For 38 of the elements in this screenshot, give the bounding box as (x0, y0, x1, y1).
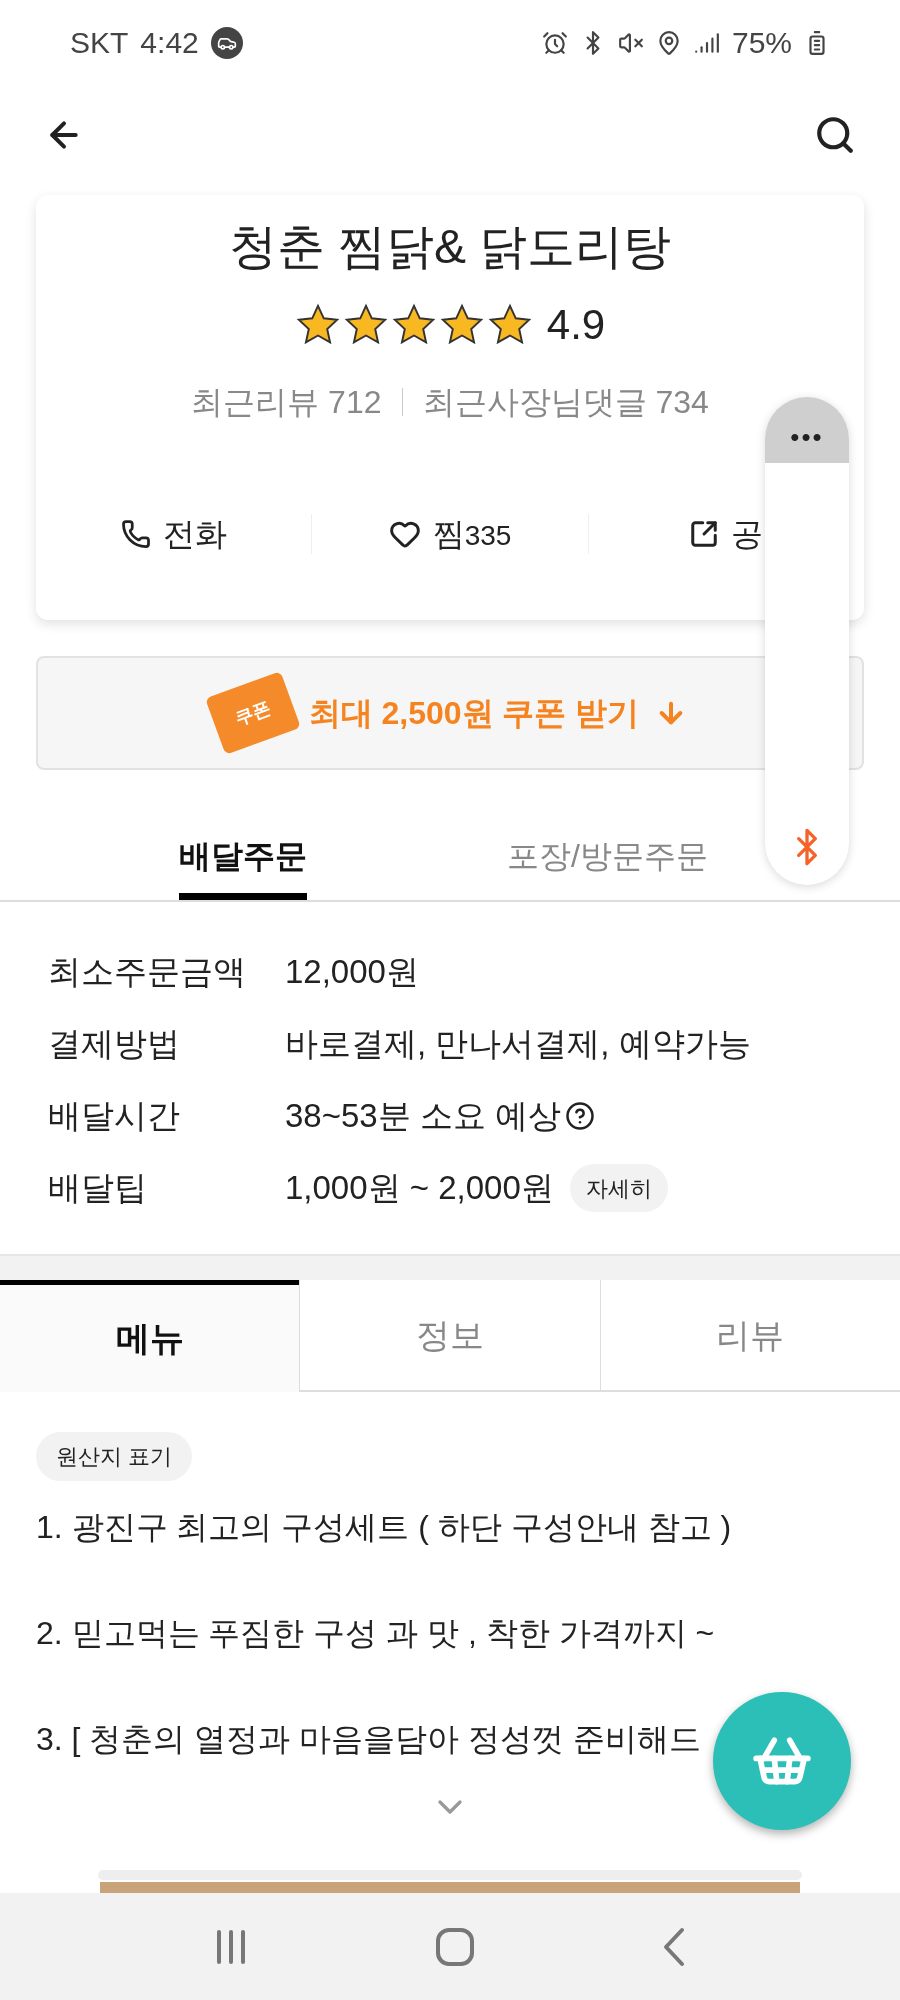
car-icon (210, 26, 243, 59)
battery-level: 75% (731, 25, 792, 61)
phone-button[interactable]: 전화 (120, 514, 227, 554)
phone-icon (120, 519, 151, 549)
order-type-tab[interactable]: 포장/방문주문 (507, 810, 708, 900)
alarm-icon (541, 29, 568, 56)
share-button[interactable]: 공 (689, 514, 764, 554)
info-value: 38~53분 소요 예상 (285, 1096, 562, 1137)
heart-button[interactable]: 찜 335 (388, 514, 512, 554)
notice-line: 3. [ 청춘의 열정과 마음을담아 정성껏 준비해드 (36, 1720, 702, 1759)
recent-reviews-link[interactable]: 최근리뷰 712 (191, 378, 382, 426)
rating-score: 4.9 (546, 300, 606, 350)
origin-label-chip[interactable]: 원산지 표기 (36, 1432, 193, 1481)
home-icon[interactable] (435, 1926, 475, 1967)
info-value: 1,000원 ~ 2,000원 (285, 1168, 554, 1209)
owner-replies-link[interactable]: 최근사장님댓글 734 (422, 378, 709, 426)
info-value: 바로결제, 만나서결제, 예약가능 (285, 1024, 751, 1065)
section-tab[interactable]: 정보 (299, 1280, 600, 1392)
details-button[interactable]: 자세히 (569, 1164, 668, 1212)
notice-line: 1. 광진구 최고의 구성세트 ( 하단 구성안내 참고 ) (36, 1508, 733, 1547)
search-button[interactable] (814, 114, 856, 156)
order-type-tab[interactable]: 배달주문 (178, 810, 307, 900)
help-icon[interactable] (565, 1101, 596, 1131)
store-name: 청춘 찜닭& 닭도리탕 (228, 219, 672, 275)
carrier: SKT (70, 25, 129, 61)
coupon-ticket-icon: 쿠폰 (204, 671, 301, 755)
section-tab[interactable]: 리뷰 (599, 1280, 900, 1392)
info-value: 12,000원 (285, 952, 419, 993)
info-label: 배달시간 (48, 1096, 181, 1137)
section-tab[interactable]: 메뉴 (0, 1280, 300, 1392)
cart-button[interactable] (713, 1692, 851, 1830)
info-label: 배달팁 (48, 1168, 148, 1209)
info-label: 결제방법 (48, 1024, 181, 1065)
notice-line: 2. 믿고먹는 푸짐한 구성 과 맛 , 착한 가격까지 ~ (36, 1614, 716, 1653)
share-icon (689, 519, 720, 549)
clock: 4:42 (140, 25, 199, 61)
info-label: 최소주문금액 (48, 952, 247, 993)
back-nav-icon[interactable] (662, 1926, 687, 1967)
